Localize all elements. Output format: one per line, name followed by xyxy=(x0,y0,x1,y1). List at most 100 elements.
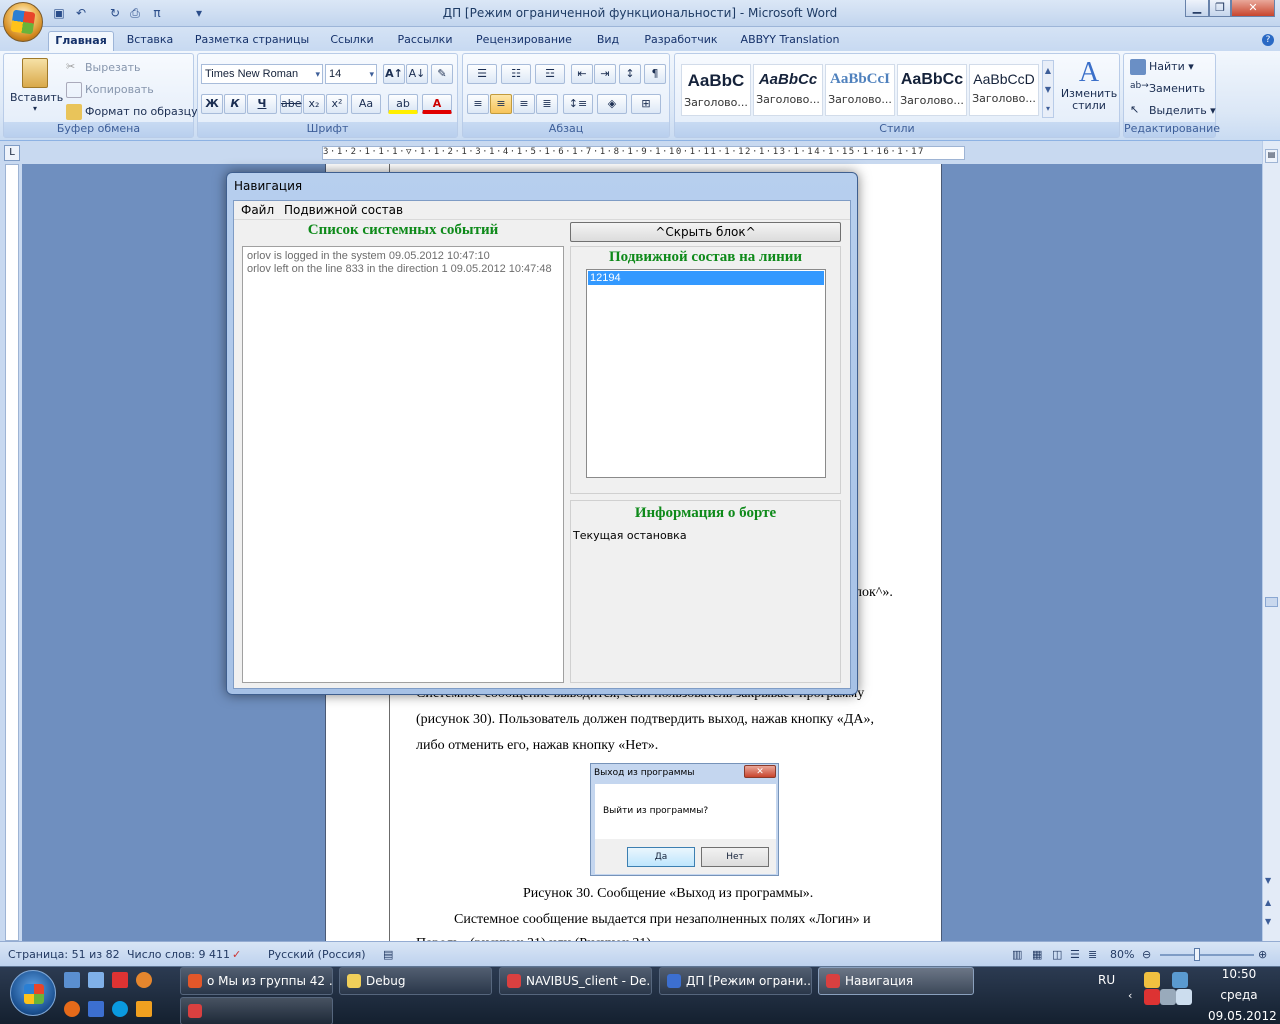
bold-button[interactable]: Ж xyxy=(201,94,223,114)
tab-mailings[interactable]: Рассылки xyxy=(390,31,460,51)
language-indicator[interactable]: Русский (Россия) xyxy=(268,948,366,961)
line-spacing-icon[interactable]: ↕≡ xyxy=(563,94,593,114)
ruler-toggle-icon[interactable]: ▤ xyxy=(1265,149,1278,163)
strikethrough-button[interactable]: abe xyxy=(280,94,302,114)
format-painter-button[interactable]: Формат по образцу xyxy=(66,104,198,120)
office-button[interactable] xyxy=(3,2,43,42)
scroll-thumb[interactable] xyxy=(1265,597,1278,607)
tab-review[interactable]: Рецензирование xyxy=(470,31,578,51)
sort-icon[interactable]: ↕ xyxy=(619,64,641,84)
zoom-in-icon[interactable]: ⊕ xyxy=(1258,948,1267,961)
quicklaunch-desktop-icon[interactable] xyxy=(64,972,80,988)
quicklaunch-word-icon[interactable] xyxy=(88,1001,104,1017)
proofing-icon[interactable]: ✓ xyxy=(232,948,241,961)
view-draft-icon[interactable]: ≣ xyxy=(1088,948,1097,961)
minimize-button[interactable]: ▁ xyxy=(1185,0,1209,17)
view-print-layout-icon[interactable]: ▥ xyxy=(1012,948,1022,961)
borders-icon[interactable]: ⊞ xyxy=(631,94,661,114)
tray-volume-icon[interactable] xyxy=(1176,989,1192,1005)
rolling-stock-list[interactable]: 12194 xyxy=(586,269,826,478)
tab-developer[interactable]: Разработчик xyxy=(636,31,726,51)
replace-button[interactable]: ab→Заменить xyxy=(1130,81,1205,97)
horizontal-ruler[interactable]: 3·1·2·1·1·1·▽·1·1·2·1·3·1·4·1·5·1·6·1·7·… xyxy=(322,146,965,160)
style-heading-4[interactable]: AaBbCc Заголово... xyxy=(897,64,967,116)
events-list[interactable]: orlov is logged in the system 09.05.2012… xyxy=(242,246,564,683)
zoom-out-icon[interactable]: ⊖ xyxy=(1142,948,1151,961)
keyboard-language[interactable]: RU xyxy=(1098,973,1115,987)
align-center-icon[interactable]: ≡ xyxy=(490,94,512,114)
word-count[interactable]: Число слов: 9 411 xyxy=(127,948,230,961)
zoom-slider[interactable] xyxy=(1160,954,1254,956)
shading-icon[interactable]: ◈ xyxy=(597,94,627,114)
select-button[interactable]: ↖ Выделить ▾ xyxy=(1130,103,1216,119)
tab-selector-icon[interactable]: L xyxy=(4,145,20,161)
decrease-indent-icon[interactable]: ⇤ xyxy=(571,64,593,84)
change-case-button[interactable]: Aa xyxy=(351,94,381,114)
menu-file[interactable]: Файл xyxy=(241,203,274,217)
navigation-window[interactable]: Навигация Файл Подвижной состав Список с… xyxy=(226,172,858,695)
italic-button[interactable]: К xyxy=(224,94,246,114)
maximize-button[interactable]: ❐ xyxy=(1209,0,1231,17)
view-fullscreen-icon[interactable]: ▦ xyxy=(1032,948,1042,961)
quicklaunch-skype-icon[interactable] xyxy=(112,1001,128,1017)
tab-home[interactable]: Главная xyxy=(48,31,114,51)
clear-format-icon[interactable]: ✎ xyxy=(431,64,453,84)
quicklaunch-firefox-icon[interactable] xyxy=(64,1001,80,1017)
font-color-icon[interactable]: A xyxy=(422,94,452,114)
tab-references[interactable]: Ссылки xyxy=(324,31,380,51)
font-size-combo[interactable]: 14 xyxy=(325,64,377,84)
taskbar-item-blank[interactable] xyxy=(180,997,333,1024)
page-counter[interactable]: Страница: 51 из 82 xyxy=(8,948,120,961)
list-item[interactable]: orlov left on the line 833 in the direct… xyxy=(243,263,563,276)
tab-insert[interactable]: Вставка xyxy=(120,31,180,51)
shrink-font-button[interactable]: A↓ xyxy=(406,64,428,84)
align-left-icon[interactable]: ≡ xyxy=(467,94,489,114)
tab-page-layout[interactable]: Разметка страницы xyxy=(190,31,314,51)
tray-display-icon[interactable] xyxy=(1160,989,1176,1005)
macro-record-icon[interactable]: ▤ xyxy=(383,948,393,961)
cut-button[interactable]: ✂ Вырезать xyxy=(66,60,140,76)
font-name-combo[interactable]: Times New Roman xyxy=(201,64,323,84)
prev-page-icon[interactable]: ▲ xyxy=(1265,898,1271,907)
help-icon[interactable]: ? xyxy=(1262,34,1274,46)
copy-button[interactable]: Копировать xyxy=(66,82,154,98)
superscript-button[interactable]: x² xyxy=(326,94,348,114)
style-heading-5[interactable]: AaBbCcD Заголово... xyxy=(969,64,1039,116)
find-button[interactable]: Найти ▾ xyxy=(1130,59,1194,75)
paste-button[interactable]: Вставить ▾ xyxy=(10,58,63,113)
style-heading-1[interactable]: AaBbC Заголово... xyxy=(681,64,751,116)
align-right-icon[interactable]: ≡ xyxy=(513,94,535,114)
list-item[interactable]: 12194 xyxy=(588,271,824,285)
quicklaunch-app-icon[interactable] xyxy=(112,972,128,988)
quicklaunch-explorer-icon[interactable] xyxy=(88,972,104,988)
list-item[interactable]: orlov is logged in the system 09.05.2012… xyxy=(243,250,563,263)
tray-flag-icon[interactable] xyxy=(1144,989,1160,1005)
close-button[interactable]: ✕ xyxy=(1231,0,1275,17)
zoom-level[interactable]: 80% xyxy=(1110,948,1134,961)
taskbar-item-debug[interactable]: Debug xyxy=(339,967,492,995)
style-heading-2[interactable]: AaBbCc Заголово... xyxy=(753,64,823,116)
pilcrow-icon[interactable]: ¶ xyxy=(644,64,666,84)
scroll-down-arrow[interactable]: ▼ xyxy=(1265,876,1271,885)
start-button[interactable] xyxy=(10,970,56,1016)
vertical-ruler[interactable] xyxy=(0,164,22,941)
menu-rolling-stock[interactable]: Подвижной состав xyxy=(284,203,403,217)
view-outline-icon[interactable]: ☰ xyxy=(1070,948,1080,961)
bullets-icon[interactable]: ☰ xyxy=(467,64,497,84)
taskbar-item-word[interactable]: ДП [Режим ограни... xyxy=(659,967,812,995)
clock[interactable]: 10:50 среда 09.05.2012 xyxy=(1208,967,1277,1024)
tray-network-icon[interactable] xyxy=(1172,972,1188,988)
tab-view[interactable]: Вид xyxy=(590,31,626,51)
multilevel-list-icon[interactable]: ☲ xyxy=(535,64,565,84)
highlight-icon[interactable]: ab xyxy=(388,94,418,114)
styles-scroll[interactable]: ▲ ▼ ▾ xyxy=(1042,60,1054,118)
quicklaunch-helmet-icon[interactable] xyxy=(136,972,152,988)
subscript-button[interactable]: x₂ xyxy=(303,94,325,114)
zoom-slider-thumb[interactable] xyxy=(1194,948,1200,961)
justify-icon[interactable]: ≣ xyxy=(536,94,558,114)
increase-indent-icon[interactable]: ⇥ xyxy=(594,64,616,84)
next-page-icon[interactable]: ▼ xyxy=(1265,917,1271,926)
taskbar-item-navigation[interactable]: Навигация xyxy=(818,967,974,995)
view-web-icon[interactable]: ◫ xyxy=(1052,948,1062,961)
numbering-icon[interactable]: ☷ xyxy=(501,64,531,84)
